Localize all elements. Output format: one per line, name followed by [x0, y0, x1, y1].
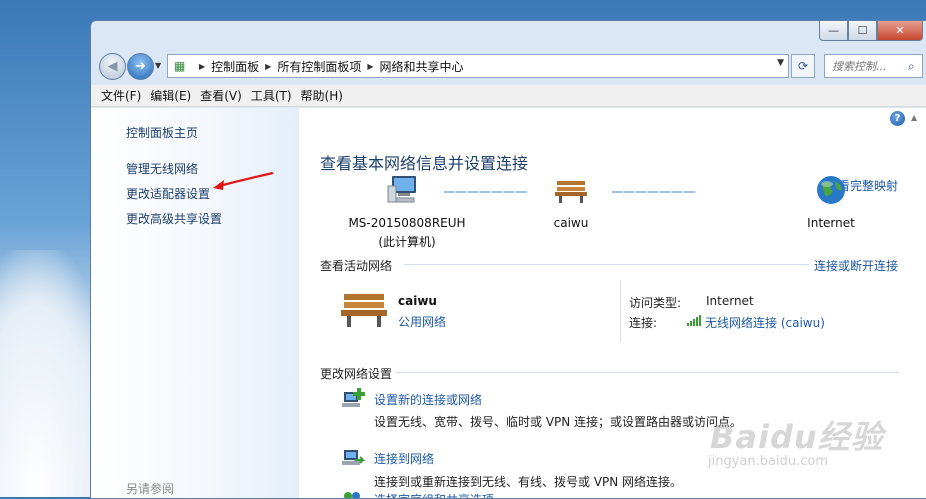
see-also-heading: 另请参阅 — [126, 482, 175, 496]
network-setup-icon — [342, 388, 365, 407]
close-button[interactable]: ✕ — [877, 21, 923, 41]
access-type-label: 访问类型: — [629, 296, 682, 310]
menu-tools[interactable]: 工具(T) — [251, 87, 292, 104]
map-link-line — [612, 191, 696, 193]
connect-icon — [342, 450, 365, 465]
address-dropdown-icon[interactable]: ▼ — [777, 58, 784, 68]
address-bar[interactable]: ▦ ▶ 控制面板 ▶ 所有控制面板项 ▶ 网络和共享中心 ▼ — [167, 54, 789, 78]
signal-icon — [687, 315, 701, 326]
forward-icon[interactable]: ➜ — [127, 53, 154, 80]
internet-label: Internet — [807, 216, 855, 230]
menu-file[interactable]: 文件(F) — [101, 87, 141, 104]
minimize-button[interactable]: — — [819, 21, 848, 41]
red-arrow-annotation — [213, 171, 274, 190]
navigation-bar: ◀ ➜ ▼ ▦ ▶ 控制面板 ▶ 所有控制面板项 ▶ 网络和共享中心 ▼ ⟳ ⌕ — [91, 49, 926, 83]
scroll-up-icon[interactable]: ▲ — [911, 113, 917, 122]
refresh-icon[interactable]: ⟳ — [791, 54, 815, 78]
setup-connection-link[interactable]: 设置新的连接或网络 — [374, 391, 482, 408]
access-type-value: Internet — [706, 294, 754, 308]
bench-icon — [341, 294, 387, 327]
breadcrumb-all-items[interactable]: 所有控制面板项 — [277, 58, 361, 75]
breadcrumb: ▶ 控制面板 ▶ 所有控制面板项 ▶ 网络和共享中心 — [199, 58, 464, 75]
connect-to-network-link[interactable]: 连接到网络 — [374, 450, 434, 467]
breadcrumb-network-center[interactable]: 网络和共享中心 — [380, 58, 464, 75]
page-title: 查看基本网络信息并设置连接 — [320, 154, 529, 173]
computer-icon — [387, 176, 416, 203]
divider — [620, 280, 621, 342]
sidebar: 控制面板主页 管理无线网络 更改适配器设置 更改高级共享设置 另请参阅 — [91, 108, 299, 498]
active-networks-heading: 查看活动网络 — [320, 259, 393, 273]
divider — [396, 372, 899, 373]
explorer-window: — ☐ ✕ ◀ ➜ ▼ ▦ ▶ 控制面板 ▶ 所有控制面板项 ▶ 网络和共享中心… — [90, 20, 926, 499]
computer-subtitle: (此计算机) — [378, 235, 436, 249]
maximize-button[interactable]: ☐ — [848, 21, 877, 41]
search-box[interactable]: ⌕ — [824, 54, 923, 78]
caption-buttons: — ☐ ✕ — [819, 21, 923, 41]
control-panel-icon: ▦ — [174, 59, 186, 73]
connection-label: 连接: — [629, 316, 658, 330]
globe-icon — [817, 176, 845, 204]
menu-edit[interactable]: 编辑(E) — [150, 87, 191, 104]
connect-to-network-desc: 连接到或重新连接到无线、有线、拨号或 VPN 网络连接。 — [374, 475, 683, 489]
sidebar-control-panel-home[interactable]: 控制面板主页 — [126, 124, 198, 141]
sidebar-change-adapter[interactable]: 更改适配器设置 — [126, 185, 210, 202]
wireless-connection-link[interactable]: 无线网络连接 (caiwu) — [705, 314, 825, 331]
breadcrumb-control-panel[interactable]: 控制面板 — [211, 58, 259, 75]
homegroup-icon — [344, 492, 360, 498]
menu-help[interactable]: 帮助(H) — [301, 87, 343, 104]
sidebar-advanced-sharing[interactable]: 更改高级共享设置 — [126, 210, 222, 227]
computer-name: MS-20150808REUH — [348, 216, 466, 230]
recent-pages-dropdown-icon[interactable]: ▼ — [155, 61, 161, 70]
search-input[interactable] — [830, 58, 906, 74]
homegroup-link[interactable]: 选择家庭组和共享选项 — [374, 491, 494, 498]
back-icon[interactable]: ◀ — [99, 53, 126, 80]
change-settings-heading: 更改网络设置 — [320, 367, 393, 381]
connect-disconnect-link[interactable]: 连接或断开连接 — [814, 257, 898, 274]
menu-bar: 文件(F) 编辑(E) 查看(V) 工具(T) 帮助(H) — [91, 85, 926, 107]
sidebar-manage-wireless[interactable]: 管理无线网络 — [126, 160, 198, 177]
network-name-map: caiwu — [553, 216, 589, 230]
menu-view[interactable]: 查看(V) — [200, 87, 242, 104]
bench-icon — [555, 181, 587, 203]
search-icon[interactable]: ⌕ — [908, 59, 915, 74]
divider — [404, 264, 809, 265]
map-link-line — [444, 191, 528, 193]
network-type-link[interactable]: 公用网络 — [398, 313, 446, 330]
active-network-name: caiwu — [398, 294, 437, 308]
setup-connection-desc: 设置无线、宽带、拨号、临时或 VPN 连接；或设置路由器或访问点。 — [374, 415, 743, 429]
main-content: ? ▲ 查看基本网络信息并设置连接 查看完整映射 MS-20150808REUH… — [299, 108, 926, 498]
help-icon[interactable]: ? — [890, 111, 905, 126]
